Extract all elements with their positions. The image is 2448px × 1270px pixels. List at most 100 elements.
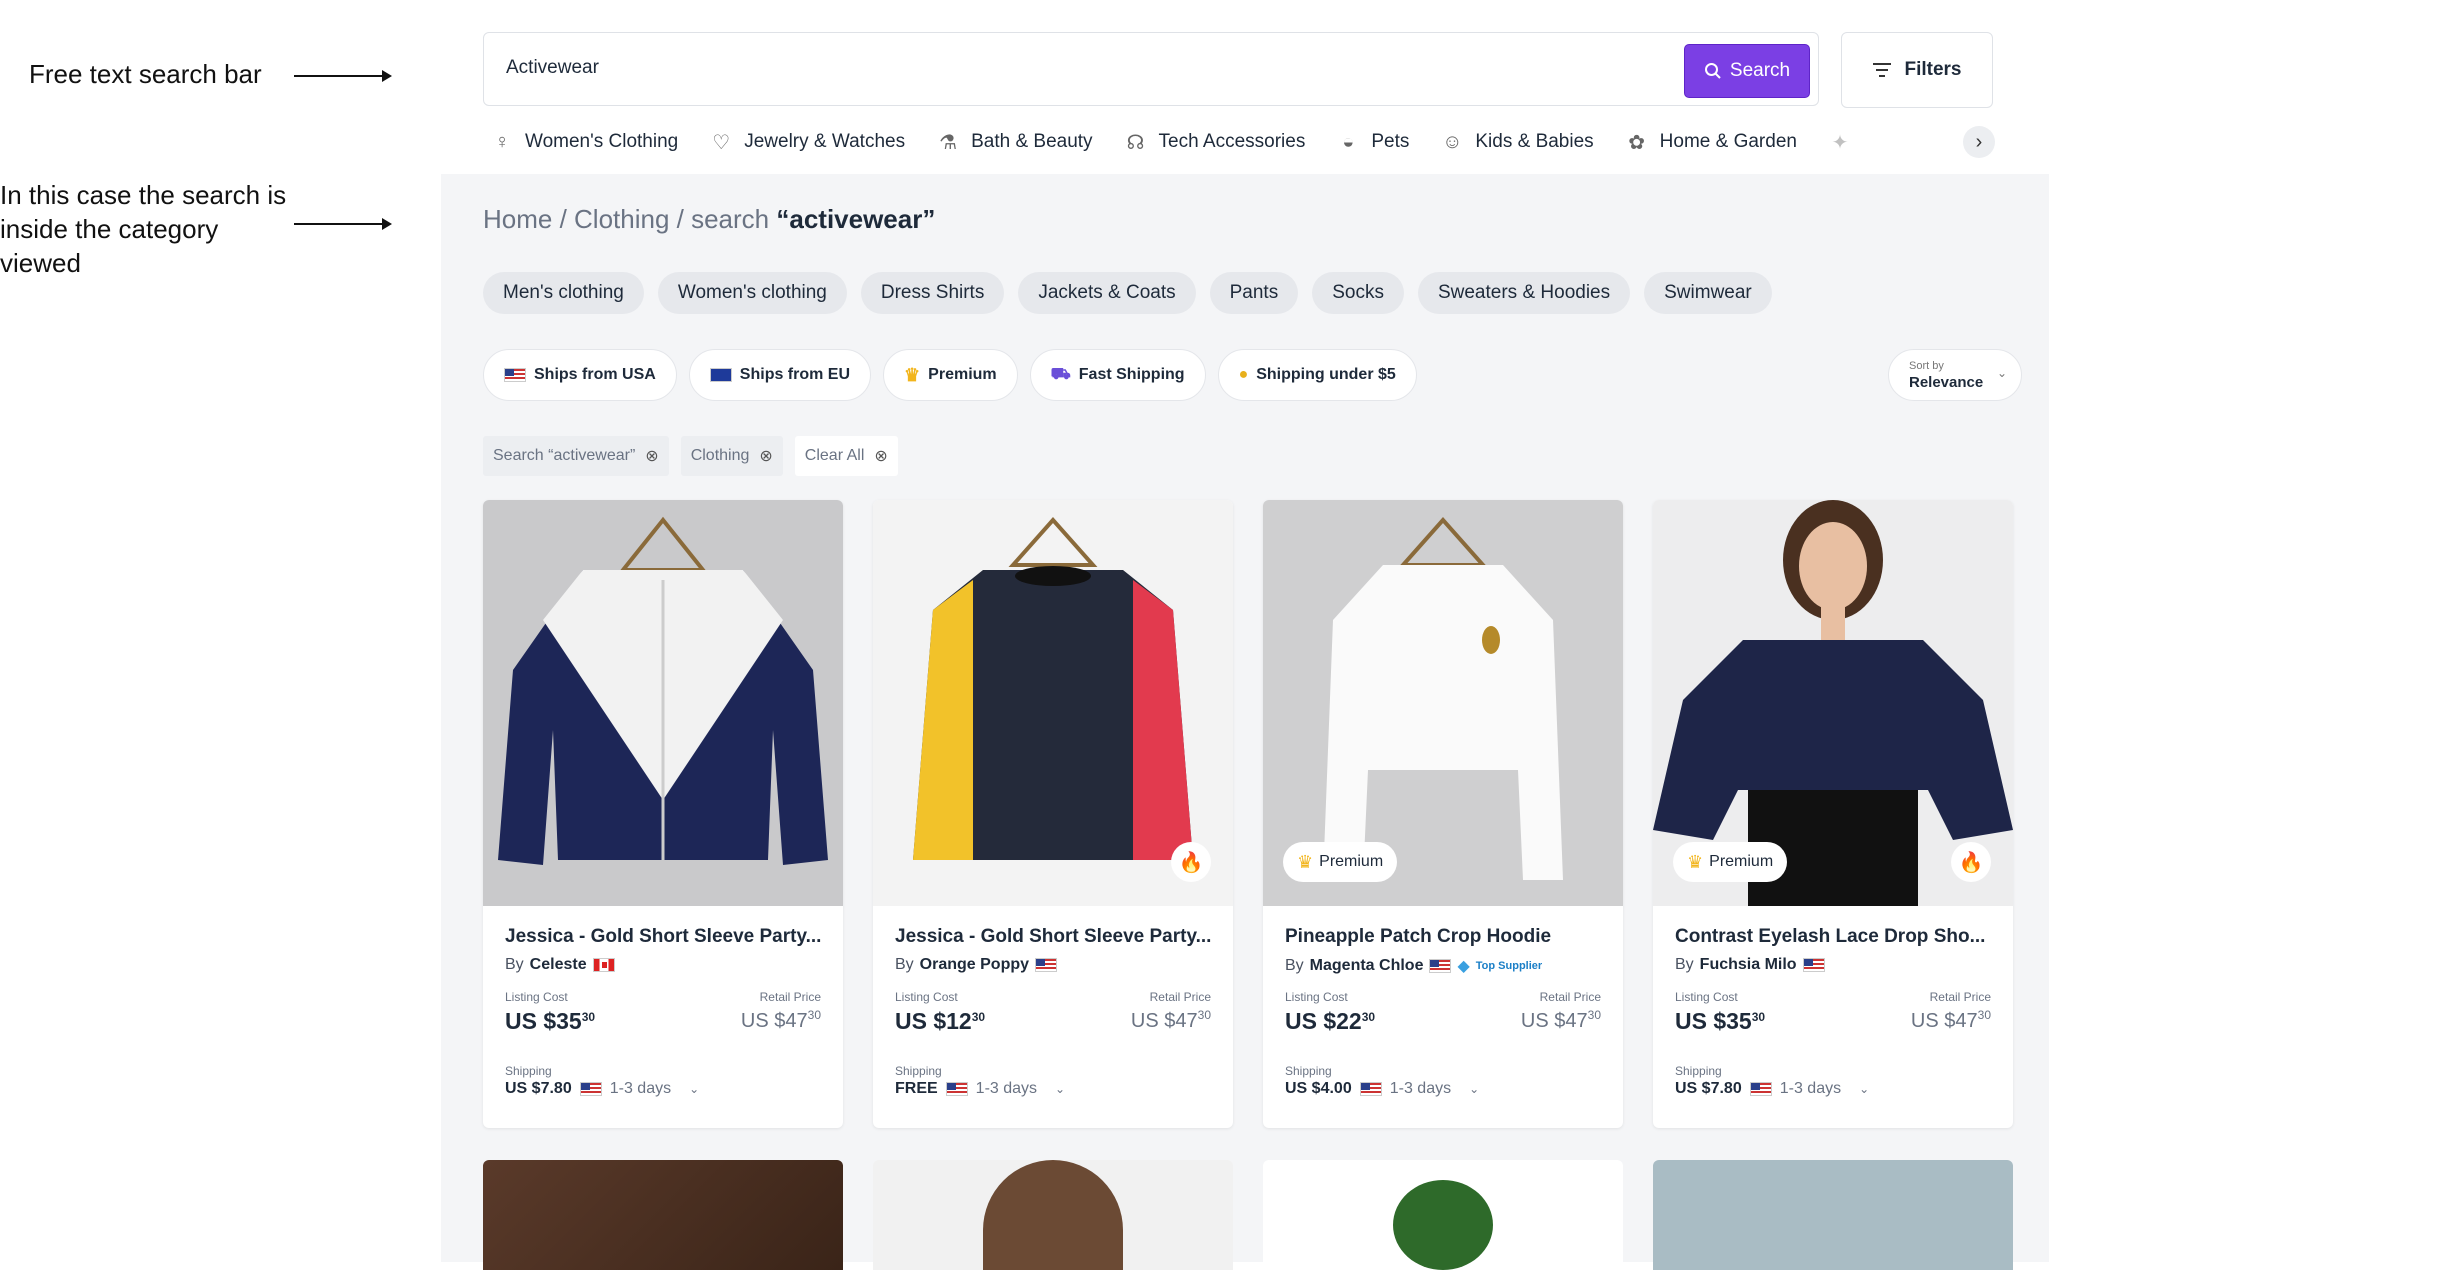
premium-label: Premium	[1319, 853, 1384, 870]
ca-flag-icon	[592, 958, 615, 972]
search-icon	[1704, 63, 1721, 79]
listing-cents: 30	[581, 1010, 596, 1024]
seller-line: By Fuchsia Milo	[1675, 956, 1825, 974]
chevron-down-icon[interactable]: ⌄	[1055, 1082, 1065, 1096]
seller-name[interactable]: Fuchsia Milo	[1700, 956, 1797, 974]
product-title[interactable]: Jessica - Gold Short Sleeve Party...	[505, 926, 825, 948]
shipping-info: US $7.80 1-3 days ⌄	[505, 1080, 699, 1098]
seller-name[interactable]: Orange Poppy	[920, 956, 1029, 974]
us-flag-icon	[504, 368, 526, 382]
filter-label: Shipping under $5	[1256, 366, 1396, 383]
chevron-down-icon[interactable]: ⌄	[689, 1082, 699, 1096]
filter-premium[interactable]: ♛ Premium	[883, 349, 1018, 401]
product-card[interactable]	[1653, 1160, 2013, 1270]
chevron-right-icon[interactable]: ›	[1963, 126, 1995, 158]
shipping-info: FREE 1-3 days ⌄	[895, 1080, 1065, 1098]
active-filter-tag[interactable]: Clothing ⊗	[680, 436, 783, 476]
subcategory-chip[interactable]: Jackets & Coats	[1018, 272, 1196, 314]
breadcrumb-path[interactable]: Home / Clothing / search	[483, 204, 776, 234]
product-card[interactable]: ♛ Premium 🔥 Contrast Eyelash Lace Drop Sh…	[1653, 500, 2013, 1128]
annotation-category: In this case the search is inside the ca…	[0, 178, 286, 280]
search-input[interactable]: Activewear	[506, 57, 599, 79]
shipping-days: 1-3 days	[975, 1080, 1038, 1097]
retail-amount: US $47	[1520, 1010, 1588, 1032]
listing-cents: 30	[1361, 1010, 1376, 1024]
subcategory-chips: Men's clothing Women's clothing Dress Sh…	[483, 272, 1772, 314]
filter-fast-shipping[interactable]: ⛟ Fast Shipping	[1029, 349, 1206, 401]
product-image	[1393, 1180, 1493, 1270]
close-icon[interactable]: ⊗	[759, 446, 772, 466]
category-label: Women's Clothing	[525, 131, 679, 152]
results-area: Home / Clothing / search “activewear” Me…	[441, 174, 2049, 1270]
active-filter-tag[interactable]: Search “activewear” ⊗	[483, 436, 669, 476]
category-jewelry[interactable]: ♡ Jewelry & Watches	[708, 129, 905, 155]
search-bar[interactable]: Activewear Search	[483, 32, 1819, 106]
product-card[interactable]: 🔥 Jessica - Gold Short Sleeve Party... B…	[873, 500, 1233, 1128]
retail-cents: 30	[1197, 1008, 1211, 1022]
crown-icon: ♛	[1687, 851, 1704, 872]
filter-shipping-under-5[interactable]: ● Shipping under $5	[1217, 349, 1417, 401]
search-button-label: Search	[1729, 60, 1791, 81]
category-home-garden[interactable]: ✿ Home & Garden	[1624, 129, 1797, 155]
product-card[interactable]: ♛ Premium Pineapple Patch Crop Hoodie By M…	[1263, 500, 1623, 1128]
product-card[interactable]	[1263, 1160, 1623, 1270]
filters-label: Filters	[1904, 59, 1962, 80]
retail-price-label: Retail Price	[759, 990, 821, 1004]
product-card[interactable]: Jessica - Gold Short Sleeve Party... By C…	[483, 500, 843, 1128]
product-title[interactable]: Pineapple Patch Crop Hoodie	[1285, 926, 1605, 948]
close-icon[interactable]: ⊗	[645, 446, 658, 466]
product-title[interactable]: Jessica - Gold Short Sleeve Party...	[895, 926, 1215, 948]
retail-price: US $4730	[1521, 1008, 1601, 1033]
annotation-line: viewed	[0, 248, 81, 278]
category-more[interactable]: ✦	[1827, 129, 1853, 155]
us-flag-icon	[1429, 959, 1452, 973]
product-grid: Jessica - Gold Short Sleeve Party... By C…	[483, 500, 2013, 1128]
subcategory-chip[interactable]: Pants	[1209, 272, 1299, 314]
retail-price-label: Retail Price	[1539, 990, 1601, 1004]
category-pets[interactable]: ◒ Pets	[1335, 129, 1409, 155]
retail-price-label: Retail Price	[1149, 990, 1211, 1004]
chevron-down-icon[interactable]: ⌄	[1859, 1082, 1869, 1096]
subcategory-chip[interactable]: Women's clothing	[657, 272, 847, 314]
us-flag-icon	[579, 1082, 602, 1096]
category-kids[interactable]: ☺ Kids & Babies	[1439, 129, 1594, 155]
shipping-info: US $7.80 1-3 days ⌄	[1675, 1080, 1869, 1098]
filter-ships-usa[interactable]: Ships from USA	[483, 349, 677, 401]
seller-name[interactable]: Magenta Chloe	[1310, 957, 1424, 975]
listing-amount: US $35	[505, 1008, 582, 1034]
category-tech[interactable]: ☊ Tech Accessories	[1123, 129, 1306, 155]
filters-button[interactable]: Filters	[1841, 32, 1993, 108]
product-card[interactable]	[483, 1160, 843, 1270]
shipping-cost: US $4.00	[1285, 1080, 1352, 1097]
seller-name[interactable]: Celeste	[530, 956, 587, 974]
retail-price: US $4730	[1131, 1008, 1211, 1033]
subcategory-chip[interactable]: Swimwear	[1644, 272, 1772, 314]
chevron-down-icon[interactable]: ⌄	[1469, 1082, 1479, 1096]
shipping-cost: US $7.80	[1675, 1080, 1742, 1097]
tag-label: Search “activewear”	[493, 447, 636, 464]
tag-label: Clothing	[690, 447, 750, 464]
subcategory-chip[interactable]: Men's clothing	[483, 272, 644, 314]
listing-cost-label: Listing Cost	[1675, 990, 1738, 1004]
subcategory-chip[interactable]: Sweaters & Hoodies	[1417, 272, 1631, 314]
sort-dropdown[interactable]: Sort by Relevance ⌄	[1888, 349, 2022, 401]
retail-price: US $4730	[741, 1008, 821, 1033]
product-grid-row	[483, 1160, 2013, 1270]
annotation-arrow	[294, 70, 392, 82]
product-card[interactable]	[873, 1160, 1233, 1270]
category-label: Home & Garden	[1659, 131, 1797, 152]
category-label: Kids & Babies	[1475, 131, 1594, 152]
category-womens-clothing[interactable]: ♀ Women's Clothing	[489, 129, 679, 155]
clear-all-button[interactable]: Clear All ⊗	[794, 436, 898, 476]
product-title[interactable]: Contrast Eyelash Lace Drop Sho...	[1675, 926, 1995, 948]
filter-ships-eu[interactable]: Ships from EU	[688, 349, 872, 401]
subcategory-chip[interactable]: Socks	[1312, 272, 1404, 314]
seller-line: By Magenta Chloe ◆ Top Supplier	[1285, 956, 1542, 976]
search-button[interactable]: Search	[1684, 44, 1810, 98]
close-icon[interactable]: ⊗	[874, 446, 887, 466]
us-flag-icon	[1802, 958, 1825, 972]
category-bath-beauty[interactable]: ⚗ Bath & Beauty	[935, 129, 1092, 155]
listing-cost: US $2230	[1285, 1008, 1375, 1035]
active-filters: Search “activewear” ⊗ Clothing ⊗ Clear All…	[483, 436, 898, 476]
subcategory-chip[interactable]: Dress Shirts	[860, 272, 1005, 314]
